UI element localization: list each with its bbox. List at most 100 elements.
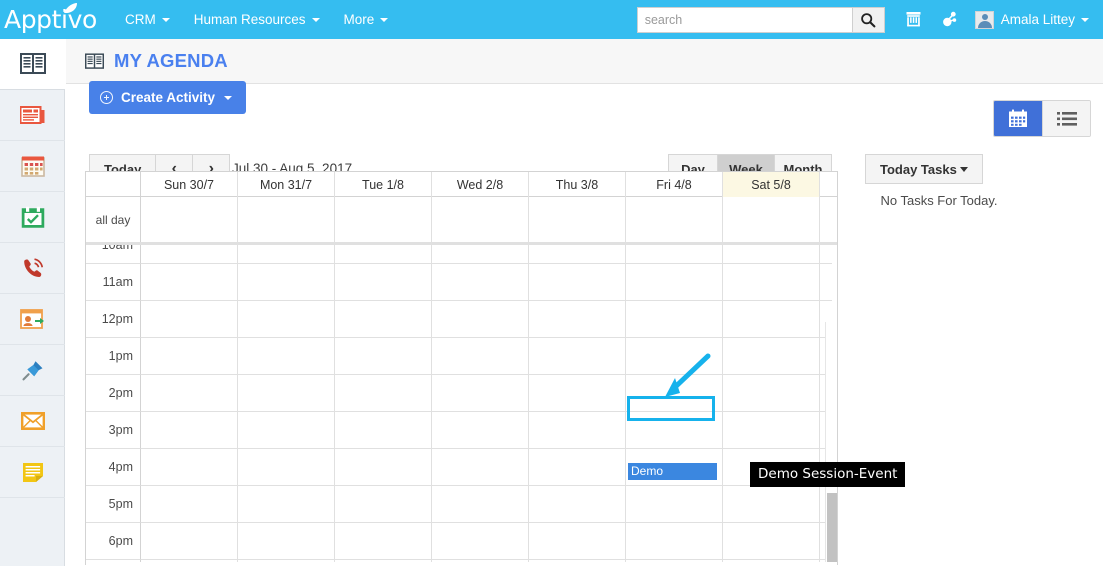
sidebar-item-calls[interactable]	[0, 243, 65, 294]
time-slot[interactable]	[723, 301, 820, 338]
sidebar-item-agenda[interactable]	[0, 39, 65, 90]
allday-cell[interactable]	[238, 197, 335, 242]
time-slot[interactable]	[432, 245, 529, 264]
time-slot[interactable]	[529, 245, 626, 264]
time-slot[interactable]	[432, 338, 529, 375]
time-slot[interactable]	[529, 560, 626, 562]
time-slot[interactable]	[723, 338, 820, 375]
time-slot[interactable]	[432, 264, 529, 301]
time-slot[interactable]	[723, 486, 820, 523]
time-slot[interactable]	[335, 264, 432, 301]
time-slot[interactable]	[141, 338, 238, 375]
calendar-day-header[interactable]: Tue 1/8	[335, 172, 432, 197]
time-slot[interactable]	[238, 264, 335, 301]
time-slot[interactable]	[723, 523, 820, 560]
user-menu[interactable]: Amala Littey	[974, 0, 1089, 39]
time-slot[interactable]	[238, 245, 335, 264]
time-slot[interactable]	[529, 264, 626, 301]
sidebar-item-notes[interactable]	[0, 447, 65, 498]
allday-cell[interactable]	[723, 197, 820, 242]
time-slot[interactable]	[335, 338, 432, 375]
calendar-day-header[interactable]: Thu 3/8	[529, 172, 626, 197]
time-slot[interactable]	[723, 264, 820, 301]
time-slot[interactable]	[432, 412, 529, 449]
time-slot[interactable]	[626, 560, 723, 562]
sidebar-item-news[interactable]	[0, 90, 65, 141]
allday-cell[interactable]	[335, 197, 432, 242]
time-slot[interactable]	[529, 523, 626, 560]
sidebar-item-calendar[interactable]	[0, 141, 65, 192]
time-slot[interactable]	[141, 449, 238, 486]
allday-cell[interactable]	[432, 197, 529, 242]
time-slot[interactable]	[335, 245, 432, 264]
today-tasks-dropdown[interactable]: Today Tasks	[865, 154, 983, 184]
calendar-view-button[interactable]	[994, 101, 1042, 136]
time-slot[interactable]	[529, 338, 626, 375]
time-slot[interactable]	[723, 375, 820, 412]
time-slot[interactable]	[626, 301, 723, 338]
time-slot[interactable]	[141, 301, 238, 338]
calendar-event-demo[interactable]: Demo	[628, 463, 717, 480]
time-slot[interactable]	[335, 560, 432, 562]
calendar-day-header-today[interactable]: Sat 5/8	[723, 172, 820, 197]
time-slot[interactable]	[141, 523, 238, 560]
time-slot[interactable]	[238, 560, 335, 562]
time-slot[interactable]	[723, 412, 820, 449]
allday-cell[interactable]	[626, 197, 723, 242]
time-slot[interactable]	[529, 375, 626, 412]
apptivo-logo[interactable]: Apptivo	[3, 0, 101, 39]
sidebar-item-tasks[interactable]	[0, 192, 65, 243]
time-slot[interactable]	[626, 486, 723, 523]
search-button[interactable]	[851, 6, 885, 33]
time-slot[interactable]	[335, 449, 432, 486]
time-slot[interactable]	[432, 486, 529, 523]
time-slot[interactable]	[626, 264, 723, 301]
calendar-scrollbar-thumb[interactable]	[827, 493, 837, 562]
time-slot[interactable]	[141, 375, 238, 412]
time-slot[interactable]	[626, 412, 723, 449]
nav-item-human-resources[interactable]: Human Resources	[182, 0, 332, 39]
search-input[interactable]	[636, 6, 852, 33]
allday-cell[interactable]	[529, 197, 626, 242]
time-slot[interactable]	[529, 301, 626, 338]
time-slot[interactable]	[723, 245, 820, 264]
time-slot[interactable]	[238, 412, 335, 449]
sidebar-item-email[interactable]	[0, 396, 65, 447]
time-slot[interactable]	[529, 449, 626, 486]
time-slot[interactable]	[529, 412, 626, 449]
nav-item-crm[interactable]: CRM	[113, 0, 182, 39]
time-slot[interactable]	[238, 375, 335, 412]
time-slot[interactable]	[432, 375, 529, 412]
time-slot[interactable]	[141, 486, 238, 523]
time-slot[interactable]	[335, 301, 432, 338]
time-slot[interactable]	[238, 486, 335, 523]
calendar-day-header[interactable]: Sun 30/7	[141, 172, 238, 197]
allday-cell[interactable]	[141, 197, 238, 242]
time-slot[interactable]	[335, 412, 432, 449]
time-slot[interactable]	[141, 412, 238, 449]
connections-icon[interactable]	[935, 0, 965, 39]
nav-item-more[interactable]: More	[332, 0, 401, 39]
time-slot[interactable]	[141, 264, 238, 301]
calendar-day-header[interactable]: Wed 2/8	[432, 172, 529, 197]
calendar-scrollbar[interactable]	[825, 322, 837, 562]
sidebar-item-pinned[interactable]	[0, 345, 65, 396]
time-slot[interactable]	[432, 523, 529, 560]
time-slot[interactable]	[238, 338, 335, 375]
time-slot[interactable]	[335, 375, 432, 412]
calendar-day-header[interactable]: Mon 31/7	[238, 172, 335, 197]
time-slot[interactable]	[432, 449, 529, 486]
time-slot[interactable]	[335, 523, 432, 560]
time-slot[interactable]	[626, 245, 723, 264]
store-icon[interactable]	[899, 0, 929, 39]
time-slot[interactable]	[238, 301, 335, 338]
sidebar-item-contacts[interactable]	[0, 294, 65, 345]
create-activity-button[interactable]: Create Activity	[89, 81, 247, 114]
time-slot[interactable]	[626, 375, 723, 412]
time-slot[interactable]	[626, 523, 723, 560]
time-slot[interactable]	[335, 486, 432, 523]
time-slot[interactable]	[238, 523, 335, 560]
time-slot[interactable]	[432, 301, 529, 338]
time-slot[interactable]	[723, 560, 820, 562]
time-slot[interactable]	[529, 486, 626, 523]
